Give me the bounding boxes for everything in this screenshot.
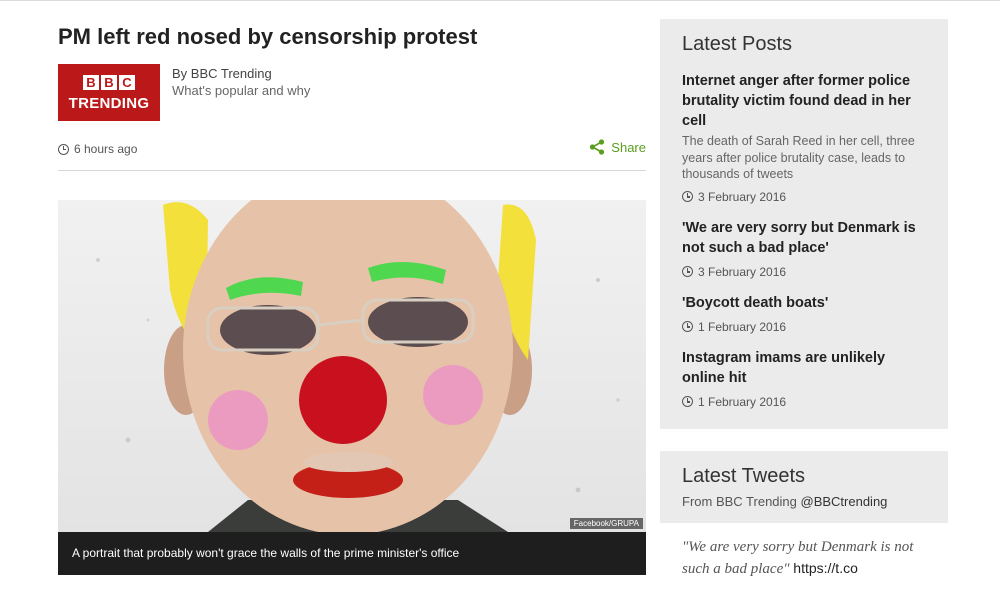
byline: B B C TRENDING By BBC Trending What's po… (58, 64, 646, 121)
clock-icon (58, 143, 69, 155)
portrait-illustration (96, 200, 620, 532)
post-date: 3 February 2016 (682, 190, 926, 204)
article-timestamp: 6 hours ago (58, 142, 137, 156)
tweets-handle-link[interactable]: @BBCtrending (801, 494, 888, 509)
article-figure: Facebook/GRUPA A portrait that probably … (58, 200, 646, 575)
clown-portrait-image[interactable]: Facebook/GRUPA (58, 200, 646, 532)
article-meta: 6 hours ago Share (58, 139, 646, 161)
timestamp-text: 6 hours ago (74, 142, 138, 156)
share-button[interactable]: Share (589, 139, 646, 155)
clock-icon (682, 266, 693, 277)
post-item: 'Boycott death boats' 1 February 2016 (682, 293, 926, 334)
post-item: Internet anger after former police bruta… (682, 71, 926, 204)
clock-icon (682, 321, 693, 332)
logo-trending-text: TRENDING (68, 95, 150, 112)
byline-description: What's popular and why (172, 83, 311, 98)
sidebar: Latest Posts Internet anger after former… (660, 19, 948, 580)
share-label: Share (611, 139, 646, 155)
clock-icon (682, 396, 693, 407)
clock-icon (682, 191, 693, 202)
article: PM left red nosed by censorship protest … (58, 22, 646, 575)
bbc-letter: C (119, 75, 135, 90)
post-title-link[interactable]: Internet anger after former police bruta… (682, 71, 926, 131)
tweet-link[interactable]: https://t.co (793, 560, 858, 576)
post-title-link[interactable]: 'Boycott death boats' (682, 293, 926, 313)
image-caption: A portrait that probably won't grace the… (58, 532, 646, 575)
top-border (0, 0, 1000, 1)
latest-posts-panel: Latest Posts Internet anger after former… (660, 19, 948, 429)
post-date: 1 February 2016 (682, 320, 926, 334)
latest-tweets-title: Latest Tweets (682, 464, 806, 487)
tweets-source: From BBC Trending @BBCtrending (682, 494, 926, 509)
bbc-letter: B (101, 75, 117, 90)
byline-text: By BBC Trending What's popular and why (172, 65, 310, 99)
post-date: 3 February 2016 (682, 265, 926, 279)
byline-author: By BBC Trending (172, 66, 272, 81)
tweets-from-text: From BBC Trending (682, 493, 797, 509)
latest-tweets-panel: Latest Tweets From BBC Trending @BBCtren… (660, 450, 948, 523)
post-date-text: 1 February 2016 (698, 319, 787, 334)
article-headline: PM left red nosed by censorship protest (58, 24, 478, 49)
latest-posts-title: Latest Posts (682, 33, 793, 55)
image-credit: Facebook/GRUPA (569, 518, 643, 529)
share-icon (590, 139, 605, 155)
post-title-link[interactable]: Instagram imams are unlikely online hit (682, 348, 926, 388)
post-date-text: 3 February 2016 (698, 189, 787, 204)
bbc-trending-logo[interactable]: B B C TRENDING (58, 64, 160, 121)
tweet-item: "We are very sorry but Denmark is not su… (682, 537, 932, 580)
bbc-blocks: B B C (83, 75, 135, 90)
post-date-text: 3 February 2016 (698, 264, 787, 279)
post-item: Instagram imams are unlikely online hit … (682, 348, 926, 409)
post-date: 1 February 2016 (682, 395, 926, 409)
post-title-link[interactable]: 'We are very sorry but Denmark is not su… (682, 218, 926, 258)
post-summary: The death of Sarah Reed in her cell, thr… (682, 134, 915, 181)
divider (58, 170, 646, 171)
post-item: 'We are very sorry but Denmark is not su… (682, 218, 926, 279)
post-date-text: 1 February 2016 (698, 394, 787, 409)
bbc-letter: B (83, 75, 99, 90)
